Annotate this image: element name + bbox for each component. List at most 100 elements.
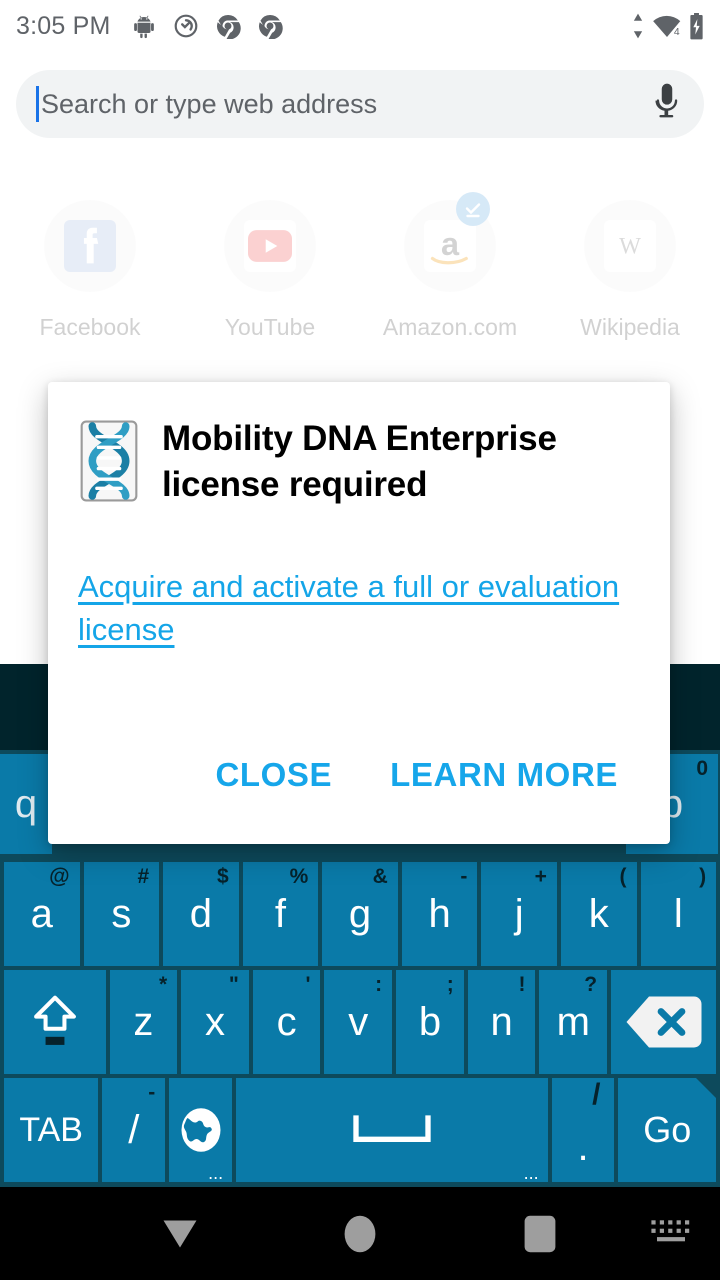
shortcut-tiles: Facebook YouTube a bbox=[0, 200, 720, 341]
check-badge-icon bbox=[456, 192, 490, 226]
key-label: a bbox=[31, 892, 53, 937]
key-alt-label: # bbox=[137, 865, 149, 889]
tile-circle: a bbox=[404, 200, 496, 292]
key-x[interactable]: " x bbox=[181, 970, 249, 1074]
key-label: TAB bbox=[19, 1111, 83, 1150]
globe-language-icon bbox=[177, 1106, 225, 1154]
key-h[interactable]: - h bbox=[402, 862, 478, 966]
shortcut-tile-youtube[interactable]: YouTube bbox=[185, 200, 355, 341]
backspace-icon bbox=[625, 993, 703, 1051]
dna-helix-icon bbox=[78, 420, 140, 502]
status-bar: 3:05 PM 4 bbox=[0, 0, 720, 52]
keyboard-icon bbox=[650, 1217, 692, 1245]
tab-key[interactable]: TAB bbox=[4, 1078, 98, 1182]
key-g[interactable]: & g bbox=[322, 862, 398, 966]
key-s[interactable]: # s bbox=[84, 862, 160, 966]
key-alt-label: ! bbox=[518, 973, 525, 997]
key-more-dots: ... bbox=[208, 1168, 223, 1178]
key-l[interactable]: ) l bbox=[641, 862, 717, 966]
key-k[interactable]: ( k bbox=[561, 862, 637, 966]
key-alt-label: ) bbox=[699, 865, 706, 889]
license-link[interactable]: Acquire and activate a full or evaluatio… bbox=[78, 566, 640, 650]
key-z[interactable]: * z bbox=[110, 970, 178, 1074]
key-label: d bbox=[190, 892, 212, 937]
key-alt-label: " bbox=[229, 973, 239, 997]
key-label: g bbox=[349, 892, 371, 937]
shortcut-tile-wikipedia[interactable]: W Wikipedia bbox=[545, 200, 715, 341]
recents-button[interactable] bbox=[450, 1213, 630, 1255]
chrome-icon bbox=[215, 13, 241, 39]
key-label: b bbox=[419, 1000, 441, 1045]
chrome-icon bbox=[257, 13, 283, 39]
shortcut-tile-amazon[interactable]: a Amazon.com bbox=[365, 200, 535, 341]
key-alt-label: - bbox=[460, 865, 467, 889]
license-dialog: Mobility DNA Enterprise license required… bbox=[48, 382, 670, 844]
space-bar-icon bbox=[352, 1113, 432, 1147]
key-label: m bbox=[557, 1000, 590, 1045]
home-button[interactable] bbox=[270, 1213, 450, 1255]
keyboard-indicator-button[interactable] bbox=[650, 1217, 692, 1250]
key-alt-label: : bbox=[375, 973, 382, 997]
key-label: l bbox=[674, 892, 683, 937]
shift-icon bbox=[28, 991, 82, 1053]
keyboard-row-4: TAB - / ... ... / . bbox=[2, 1078, 718, 1182]
hide-keyboard-down-icon bbox=[159, 1216, 201, 1252]
search-input[interactable]: Search or type web address bbox=[41, 89, 652, 120]
key-label: / bbox=[128, 1108, 139, 1153]
dialog-header: Mobility DNA Enterprise license required bbox=[78, 416, 640, 508]
backspace-key[interactable] bbox=[611, 970, 716, 1074]
text-caret bbox=[36, 86, 39, 122]
key-d[interactable]: $ d bbox=[163, 862, 239, 966]
key-label: Go bbox=[643, 1109, 691, 1151]
key-f[interactable]: % f bbox=[243, 862, 319, 966]
key-label: z bbox=[133, 1000, 153, 1045]
svg-text:4: 4 bbox=[674, 27, 680, 38]
shortcut-label: Facebook bbox=[39, 314, 140, 341]
phone-screen: 3:05 PM 4 bbox=[0, 0, 720, 1280]
key-c[interactable]: ' c bbox=[253, 970, 321, 1074]
omnibox[interactable]: Search or type web address bbox=[16, 70, 704, 138]
go-key[interactable]: Go bbox=[618, 1078, 716, 1182]
language-switch-key[interactable]: ... bbox=[169, 1078, 232, 1182]
microphone-icon[interactable] bbox=[652, 83, 682, 125]
key-a[interactable]: @ a bbox=[4, 862, 80, 966]
key-n[interactable]: ! n bbox=[468, 970, 536, 1074]
youtube-icon bbox=[244, 220, 296, 272]
key-label: n bbox=[490, 1000, 512, 1045]
key-alt-label: & bbox=[373, 865, 388, 889]
close-button[interactable]: CLOSE bbox=[203, 750, 344, 800]
keyboard-row-2: @ a # s $ d % f & g - h bbox=[2, 862, 718, 966]
navigation-bar bbox=[0, 1187, 720, 1280]
shortcut-label: YouTube bbox=[225, 314, 315, 341]
tile-circle bbox=[224, 200, 316, 292]
back-button[interactable] bbox=[90, 1216, 270, 1252]
key-alt-label: + bbox=[535, 865, 547, 889]
key-label: f bbox=[275, 892, 286, 937]
key-alt-label: 0 bbox=[696, 757, 708, 781]
key-label: x bbox=[205, 1000, 225, 1045]
key-alt-label: ; bbox=[447, 973, 454, 997]
key-v[interactable]: : v bbox=[324, 970, 392, 1074]
tile-circle: W bbox=[584, 200, 676, 292]
key-q[interactable]: q bbox=[0, 754, 52, 854]
key-alt-label: / bbox=[592, 1078, 600, 1112]
learn-more-button[interactable]: LEARN MORE bbox=[378, 750, 630, 800]
android-icon bbox=[131, 13, 157, 39]
shift-key[interactable] bbox=[4, 970, 106, 1074]
space-key[interactable]: ... bbox=[236, 1078, 547, 1182]
key-alt-label: ( bbox=[620, 865, 627, 889]
key-label: s bbox=[111, 892, 131, 937]
shortcut-label: Wikipedia bbox=[580, 314, 680, 341]
key-m[interactable]: ? m bbox=[539, 970, 607, 1074]
key-slash[interactable]: - / bbox=[102, 1078, 165, 1182]
status-left-icons bbox=[131, 13, 283, 39]
key-b[interactable]: ; b bbox=[396, 970, 464, 1074]
keyboard-row-3: * z " x ' c : v ; b ! n bbox=[2, 970, 718, 1074]
tile-circle bbox=[44, 200, 136, 292]
shortcut-tile-facebook[interactable]: Facebook bbox=[5, 200, 175, 341]
key-j[interactable]: + j bbox=[481, 862, 557, 966]
recents-square-icon bbox=[523, 1213, 557, 1255]
key-period[interactable]: / . bbox=[552, 1078, 615, 1182]
wikipedia-icon: W bbox=[604, 220, 656, 272]
key-more-dots: ... bbox=[524, 1168, 539, 1178]
